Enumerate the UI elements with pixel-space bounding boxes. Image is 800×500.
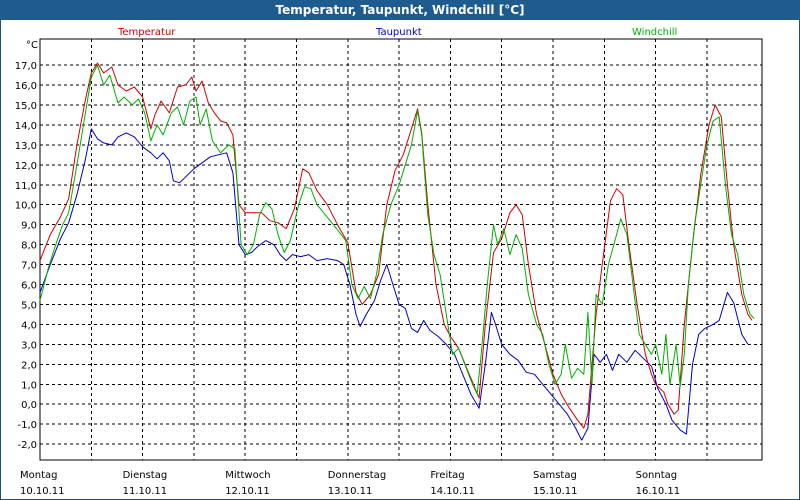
x-tick-date: 14.10.11 (430, 486, 475, 497)
y-axis-labels: °C -2,0 -1,0 0,0 1,0 2,0 3,0 4,0 5,0 6,0 7,0 8,0 9,0… (15, 40, 38, 451)
y-tick-label: 17,0 (15, 61, 37, 72)
legend-temperatur: Temperatur (117, 27, 176, 38)
x-tick-date: 16.10.11 (636, 486, 681, 497)
x-tick-date: 12.10.11 (225, 486, 270, 497)
x-tick-date: 11.10.11 (123, 486, 168, 497)
series-lines (39, 62, 755, 441)
y-tick-label: 9,0 (21, 221, 37, 232)
series-line-temperatur (39, 62, 753, 429)
y-tick-label: 1,0 (21, 380, 37, 391)
y-tick-label: 12,0 (15, 161, 37, 172)
legend-windchill: Windchill (632, 27, 677, 38)
y-tick-label: 5,0 (21, 300, 37, 311)
y-tick-label: -1,0 (17, 420, 37, 431)
y-tick-label: 13,0 (15, 141, 37, 152)
x-tick-date: 10.10.11 (20, 486, 65, 497)
x-tick-day: Donnerstag (328, 470, 386, 481)
x-tick-day: Sonntag (636, 470, 678, 481)
x-tick-day: Mittwoch (225, 470, 270, 481)
y-tick-label: 10,0 (15, 201, 37, 212)
x-axis-labels: Montag 10.10.11 Dienstag 11.10.11 Mittwoch 12… (20, 470, 680, 497)
x-tick-day: Dienstag (123, 470, 168, 481)
chart-area: °C -2,0 -1,0 0,0 1,0 2,0 3,0 4,0 5,0 6,0 7,0 8,0 9,0… (15, 27, 763, 497)
y-tick-label: 11,0 (15, 181, 37, 192)
chart-grid (40, 39, 762, 460)
plot-frame (39, 38, 763, 461)
y-tick-label: 8,0 (21, 241, 37, 252)
y-tick-label: 15,0 (15, 101, 37, 112)
plot-border (39, 38, 763, 461)
y-tick-label: 4,0 (21, 320, 37, 331)
x-tick-day: Samstag (533, 470, 577, 481)
legend-taupunkt: Taupunkt (375, 27, 422, 38)
y-tick-label: 16,0 (15, 81, 37, 92)
x-tick-date: 13.10.11 (328, 486, 373, 497)
y-tick-label: 2,0 (21, 360, 37, 371)
x-tick-date: 15.10.11 (533, 486, 578, 497)
y-tick-label: 6,0 (21, 281, 37, 292)
legend: Temperatur Taupunkt Windchill (117, 27, 677, 38)
y-tick-label: 0,0 (21, 400, 37, 411)
y-tick-label: 7,0 (21, 261, 37, 272)
y-tick-label: -2,0 (17, 440, 37, 451)
y-axis-unit: °C (26, 40, 38, 51)
y-tick-label: 3,0 (21, 340, 37, 351)
x-tick-day: Freitag (430, 470, 464, 481)
y-tick-label: 14,0 (15, 121, 37, 132)
x-tick-day: Montag (20, 470, 57, 481)
